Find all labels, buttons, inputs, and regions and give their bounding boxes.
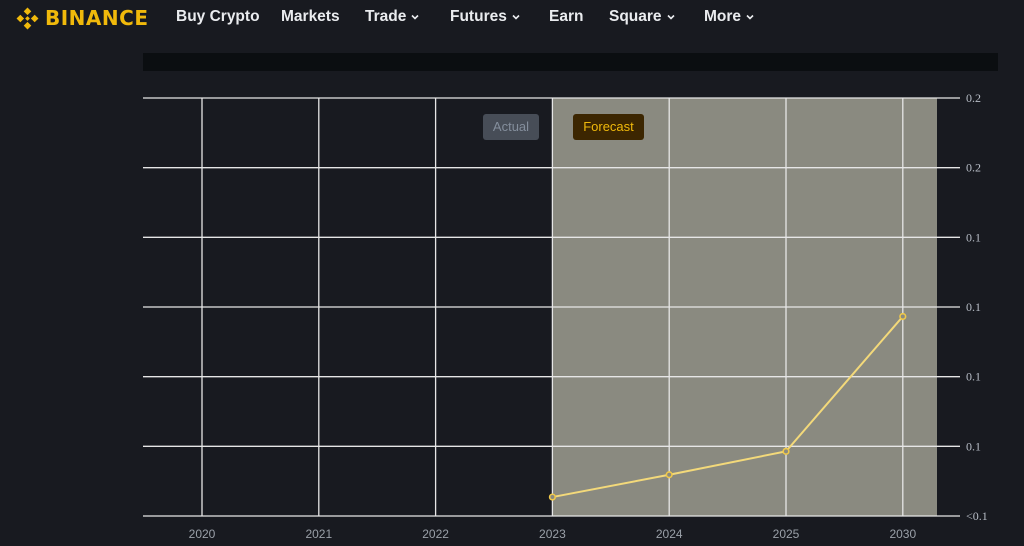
y-tick-label: 0.2 bbox=[966, 91, 981, 105]
price-prediction-chart: <0.1 0.1 0.1 0.1 0.1 0.2 0.2 2020 2021 2022 2023 2… bbox=[143, 91, 988, 541]
legend-actual[interactable]: Actual bbox=[483, 114, 539, 140]
y-tick-label: 0.1 bbox=[966, 300, 981, 314]
data-point[interactable] bbox=[782, 447, 790, 455]
x-tick-label: 2024 bbox=[656, 527, 683, 541]
legend-forecast[interactable]: Forecast bbox=[573, 114, 644, 140]
y-tick-label: 0.1 bbox=[966, 230, 981, 244]
x-tick-label: 2021 bbox=[305, 527, 332, 541]
y-tick-label: 0.2 bbox=[966, 161, 981, 175]
x-tick-label: 2030 bbox=[889, 527, 916, 541]
y-tick-label: 0.1 bbox=[966, 439, 981, 453]
x-tick-label: 2023 bbox=[539, 527, 566, 541]
data-point[interactable] bbox=[665, 471, 673, 479]
y-tick-label: 0.1 bbox=[966, 370, 981, 384]
x-tick-label: 2020 bbox=[189, 527, 216, 541]
y-tick-label: <0.1 bbox=[966, 509, 988, 523]
data-point[interactable] bbox=[899, 312, 907, 321]
x-tick-label: 2025 bbox=[773, 527, 800, 541]
data-point[interactable] bbox=[548, 493, 557, 501]
x-tick-label: 2022 bbox=[422, 527, 449, 541]
